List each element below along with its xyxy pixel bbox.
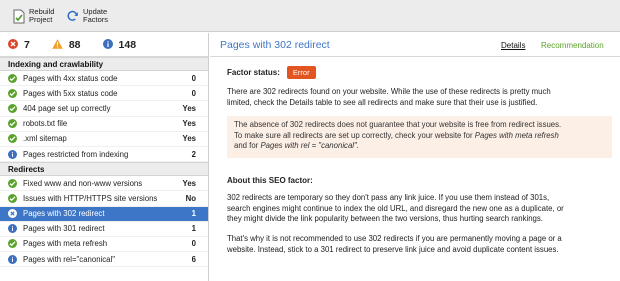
note-line-2a: To make sure all redirects are set up co… (234, 130, 475, 140)
factor-row-301[interactable]: Pages with 301 redirect 1 (0, 222, 208, 237)
factor-value: 6 (191, 254, 196, 264)
detail-header: Pages with 302 redirect Details Recommen… (210, 33, 620, 57)
factor-status-label: Factor status: (227, 68, 280, 77)
errors-count: 7 (24, 38, 30, 51)
factor-value: Yes (182, 178, 196, 188)
summary-line-1: There are 302 redirects found on your we… (227, 87, 551, 96)
factor-row-404[interactable]: 404 page set up correctly Yes (0, 101, 208, 117)
check-icon (8, 239, 17, 249)
factor-value: 1 (191, 224, 196, 234)
rebuild-project-button[interactable]: Rebuild Project (12, 4, 54, 28)
factor-value: 0 (191, 88, 196, 98)
about-p1-line-3: they might divide the link popularity be… (227, 214, 543, 223)
about-paragraph-2: That's why it is not recommended to use … (227, 234, 617, 255)
factor-label: Pages with meta refresh (23, 239, 108, 249)
factor-label: Pages with 302 redirect (23, 209, 105, 219)
about-p1-line-2: search engines might continue to index t… (227, 203, 564, 213)
about-p1-line-1: 302 redirects are temporary so they don'… (227, 193, 550, 202)
factor-label: .xml sitemap (23, 134, 67, 144)
stats-bar: 7 88 148 (0, 33, 208, 57)
factor-row-robots[interactable]: robots.txt file Yes (0, 117, 208, 132)
factor-row-https[interactable]: Issues with HTTP/HTTPS site versions No (0, 191, 208, 207)
check-icon (8, 193, 17, 203)
factor-value: Yes (182, 103, 196, 113)
check-icon (8, 134, 17, 144)
about-p2-line-1: That's why it is not recommended to use … (227, 234, 562, 243)
factor-status: Factor status: Error (227, 66, 316, 79)
detail-title: Pages with 302 redirect (220, 38, 330, 51)
factor-detail-panel: Pages with 302 redirect Details Recommen… (210, 33, 620, 281)
factor-value: 0 (191, 73, 196, 83)
error-icon (8, 209, 17, 219)
factor-label: Pages with 4xx status code (23, 73, 118, 83)
update-label-2: Factors (83, 15, 109, 24)
factor-label: Issues with HTTP/HTTPS site versions (23, 193, 158, 203)
factor-label: Pages restricted from indexing (23, 149, 129, 159)
check-icon (8, 88, 17, 98)
factor-row-canonical[interactable]: Pages with rel="canonical" 6 (0, 252, 208, 268)
note-line-1: The absence of 302 redirects does not gu… (234, 120, 562, 129)
rebuild-label-2: Project (29, 15, 53, 24)
note-link-meta-refresh: Pages with meta refresh (474, 130, 559, 140)
factor-row-sitemap[interactable]: .xml sitemap Yes (0, 132, 208, 147)
rebuild-icon (12, 9, 25, 24)
info-icon (8, 149, 17, 159)
about-heading: About this SEO factor: (227, 176, 313, 185)
error-icon (8, 38, 18, 51)
factor-value: Yes (182, 119, 196, 129)
note-line-3a: and for (234, 141, 261, 150)
factor-label: Pages with 301 redirect (23, 224, 105, 234)
factor-row-restricted[interactable]: Pages restricted from indexing 2 (0, 147, 208, 163)
update-factors-button[interactable]: Update Factors (66, 4, 108, 28)
check-icon (8, 178, 17, 188)
info-icon (8, 254, 17, 264)
info-icon (8, 224, 17, 234)
factor-row-www[interactable]: Fixed www and non-www versions Yes (0, 176, 208, 192)
section-redirects-header: Redirects (0, 162, 208, 177)
errors-stat[interactable]: 7 (8, 38, 30, 51)
factor-value: 1 (191, 209, 196, 219)
about-paragraph-1: 302 redirects are temporary so they don'… (227, 193, 617, 225)
summary-line-2: limited, check the Details table to see … (227, 97, 538, 107)
note-link-canonical: Pages with rel = "canonical". (260, 141, 359, 150)
factor-label: robots.txt file (23, 119, 68, 129)
toolbar: Rebuild Project Update Factors (0, 0, 620, 32)
factor-label: Pages with rel="canonical" (23, 254, 116, 264)
warning-icon (52, 38, 63, 51)
factor-label: 404 page set up correctly (23, 103, 111, 113)
factor-value: 2 (191, 149, 196, 159)
warnings-stat[interactable]: 88 (52, 39, 81, 51)
factor-value: 0 (191, 239, 196, 249)
info-icon (102, 38, 113, 51)
check-icon (8, 119, 17, 129)
check-icon (8, 103, 17, 113)
refresh-icon (66, 9, 79, 24)
factor-row-302[interactable]: Pages with 302 redirect 1 (0, 206, 208, 222)
warning-note: The absence of 302 redirects does not gu… (227, 116, 612, 158)
info-stat[interactable]: 148 (102, 38, 137, 51)
factor-value: Yes (182, 134, 196, 144)
summary-paragraph: There are 302 redirects found on your we… (227, 87, 617, 108)
warnings-count: 88 (68, 38, 81, 51)
factor-row-meta-refresh[interactable]: Pages with meta refresh 0 (0, 237, 208, 253)
factor-label: Fixed www and non-www versions (23, 178, 143, 188)
factor-row-4xx[interactable]: Pages with 4xx status code 0 (0, 71, 208, 87)
factor-list-panel: 7 88 148 Indexing and crawlability Pages… (0, 33, 209, 281)
factor-row-5xx[interactable]: Pages with 5xx status code 0 (0, 86, 208, 102)
info-count: 148 (118, 38, 137, 51)
factor-value: No (185, 193, 196, 203)
section-indexing-header: Indexing and crawlability (0, 57, 208, 71)
about-p2-line-2: website. Instead, stick to a 301 redirec… (227, 244, 559, 254)
status-badge: Error (286, 66, 316, 79)
check-icon (8, 73, 17, 83)
factor-label: Pages with 5xx status code (23, 88, 118, 98)
tab-details[interactable]: Details (501, 41, 525, 50)
tab-recommendation[interactable]: Recommendation (541, 41, 604, 50)
